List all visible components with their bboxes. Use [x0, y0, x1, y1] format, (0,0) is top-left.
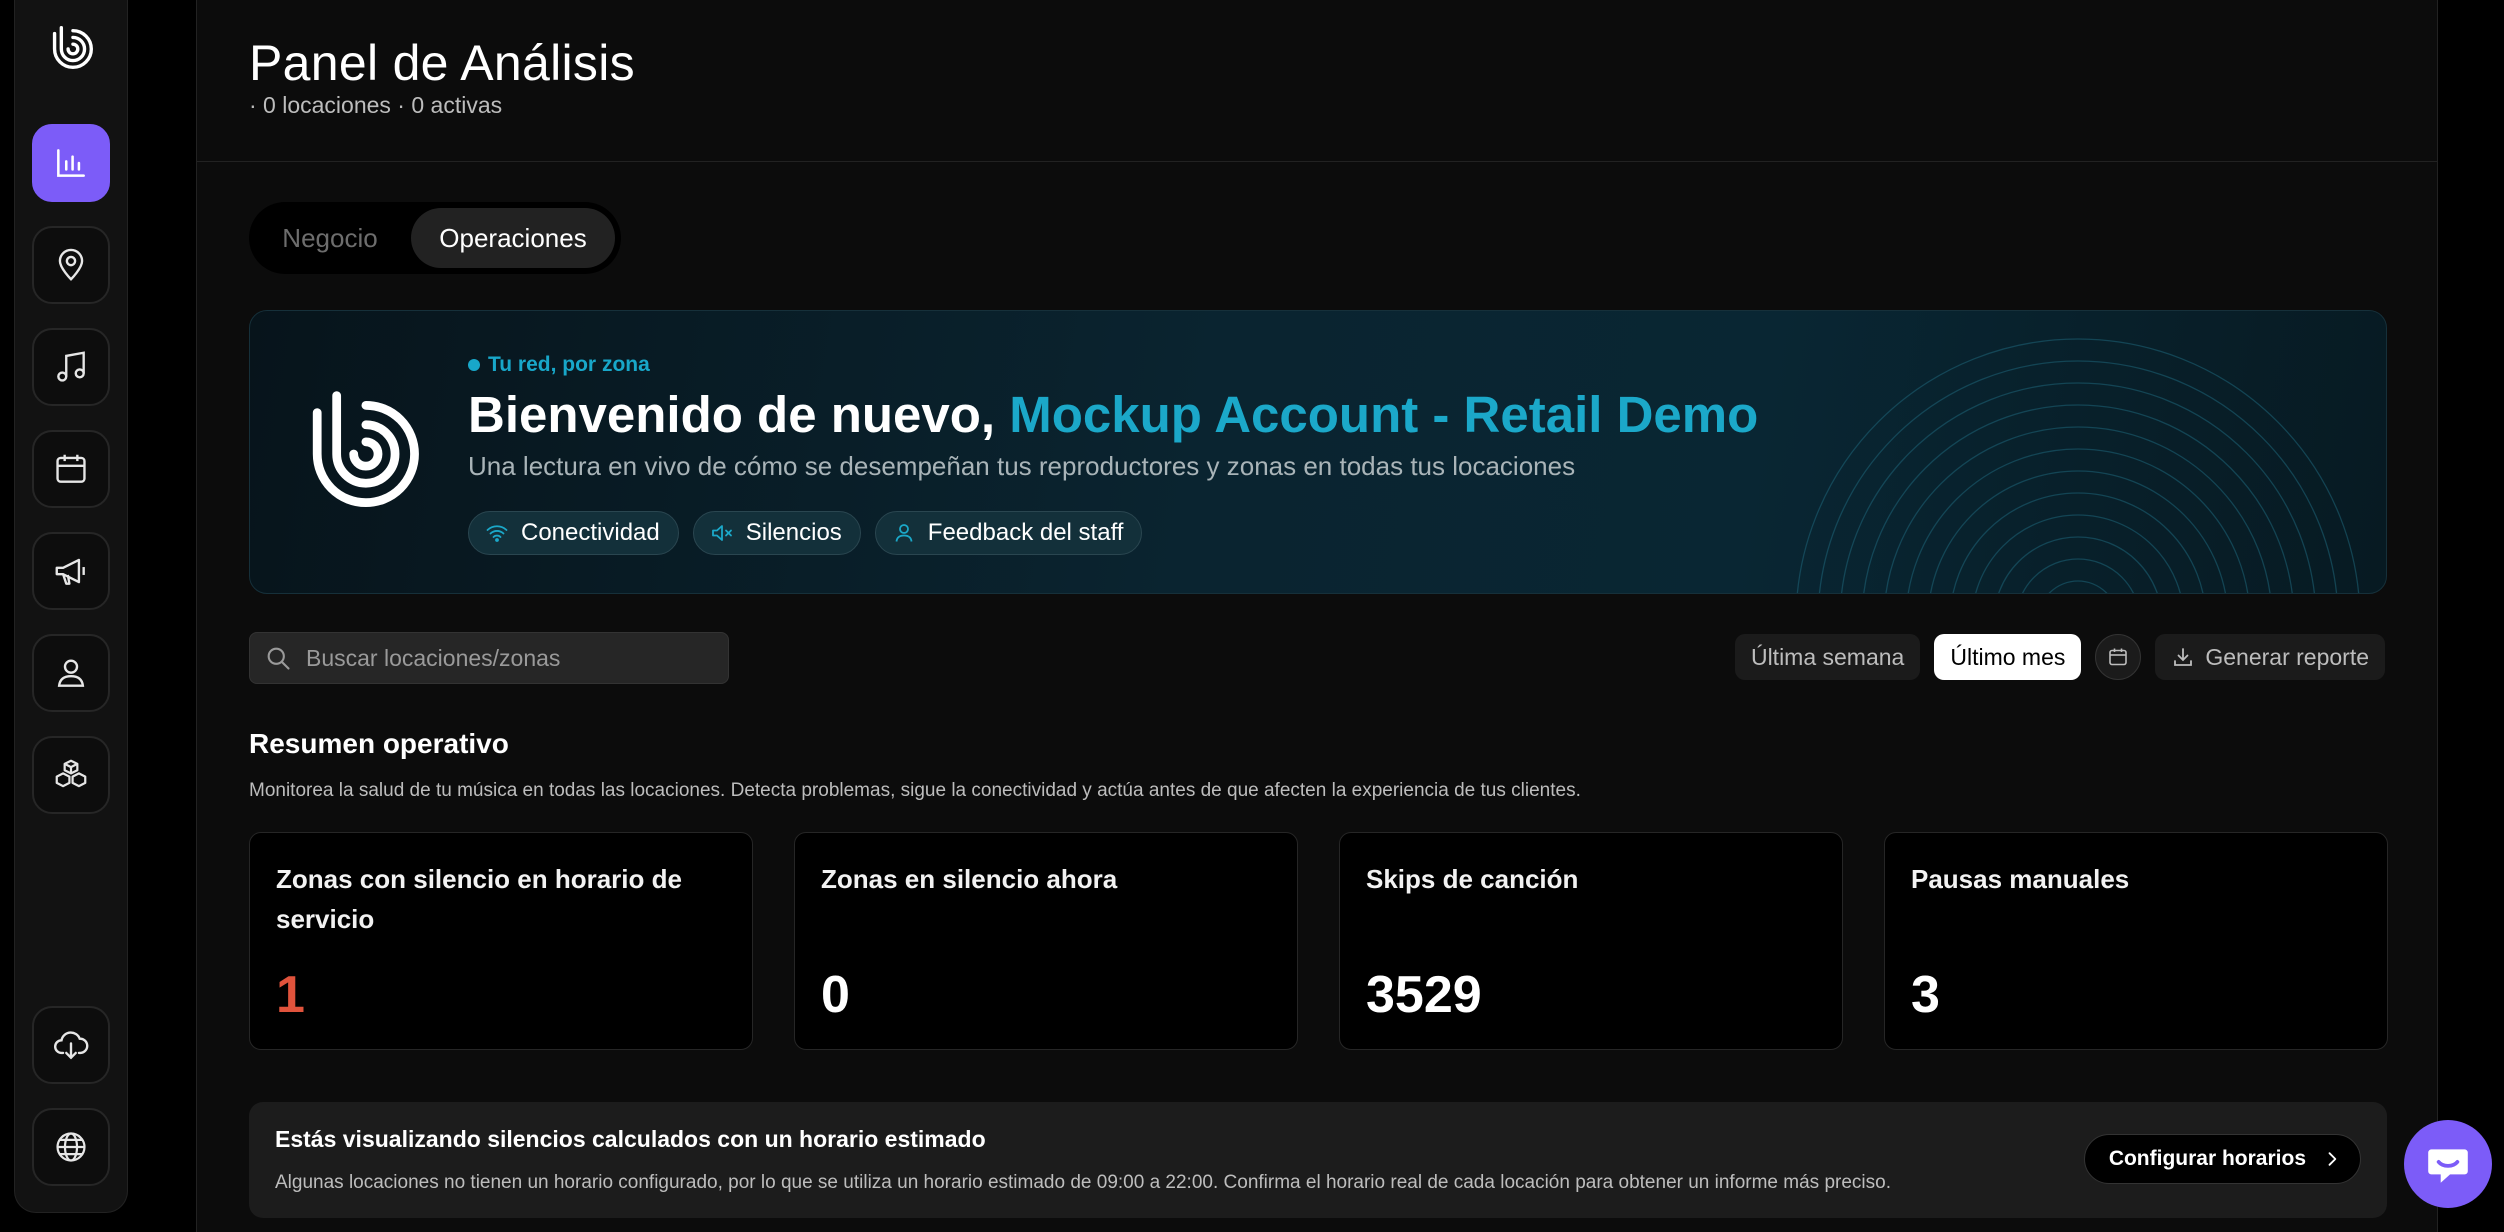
filter-last-week[interactable]: Última semana	[1734, 634, 1921, 680]
welcome-banner: Tu red, por zona Bienvenido de nuevo, Mo…	[249, 310, 2387, 594]
sidebar-item-campaigns[interactable]	[32, 532, 110, 610]
chat-bubble-icon	[2428, 1149, 2468, 1183]
speaker-mute-icon	[711, 525, 732, 541]
filter-bar: Última semana Último mes Generar reporte	[1734, 634, 2385, 680]
metric-value: 0	[821, 966, 850, 1024]
notice-description: Algunas locaciones no tienen un horario …	[275, 1172, 1891, 1193]
date-picker-button[interactable]	[2095, 634, 2142, 680]
sidebar	[14, 0, 128, 1213]
chip-staff-feedback[interactable]: Feedback del staff	[874, 511, 1143, 555]
banner-tag-label: Tu red, por zona	[488, 353, 650, 376]
chip-label: Conectividad	[521, 519, 660, 546]
filter-last-month[interactable]: Último mes	[1934, 634, 2082, 680]
metric-label: Skips de canción	[1366, 864, 1579, 894]
chip-connectivity[interactable]: Conectividad	[468, 511, 679, 555]
status-dot	[468, 359, 480, 371]
wifi-icon	[486, 525, 508, 542]
banner-description: Una lectura en vivo de cómo se desempeña…	[468, 451, 1576, 481]
user-icon	[895, 524, 913, 542]
metric-label: Zonas con silencio en horario de servici…	[276, 864, 682, 934]
boxes-icon	[55, 759, 87, 788]
location-pin-icon	[58, 248, 84, 281]
metric-label: Pausas manuales	[1911, 864, 2130, 894]
banner-logo-icon	[312, 391, 419, 508]
welcome-title: Bienvenido de nuevo, Mockup Account - Re…	[468, 385, 1758, 444]
configure-schedules-button[interactable]: Configurar horarios	[2083, 1134, 2361, 1184]
sidebar-item-users[interactable]	[32, 634, 110, 712]
megaphone-icon	[55, 558, 85, 585]
tab-bar: Negocio Operaciones	[249, 202, 621, 274]
account-name: Mockup Account - Retail Demo	[1009, 386, 1759, 443]
sidebar-item-calendar[interactable]	[32, 430, 110, 508]
concentric-rings-decoration	[1796, 338, 2360, 593]
main-panel: Panel de Análisis · 0 locaciones · 0 act…	[196, 0, 2438, 1232]
chat-support-button[interactable]	[2404, 1120, 2492, 1208]
summary-title: Resumen operativo	[249, 728, 509, 759]
sidebar-item-download[interactable]	[32, 1006, 110, 1084]
tab-operaciones[interactable]: Operaciones	[411, 208, 615, 268]
metric-card-silence-service-hours[interactable]: Zonas con silencio en horario de servici…	[249, 832, 753, 1050]
tab-negocio[interactable]: Negocio	[255, 208, 405, 268]
search-icon	[267, 647, 290, 670]
cloud-download-icon	[53, 1031, 89, 1060]
chevron-right-icon	[2328, 1152, 2337, 1166]
sidebar-item-integrations[interactable]	[32, 736, 110, 814]
metric-label: Zonas en silencio ahora	[821, 864, 1118, 894]
download-icon	[2174, 648, 2193, 666]
calendar-icon	[56, 454, 86, 483]
sidebar-item-language[interactable]	[32, 1108, 110, 1186]
page-subtitle: · 0 locaciones · 0 activas	[249, 92, 503, 118]
search-box	[249, 632, 729, 684]
sidebar-item-locations[interactable]	[32, 226, 110, 304]
notice-title: Estás visualizando silencios calculados …	[275, 1126, 986, 1152]
metric-card-silence-now[interactable]: Zonas en silencio ahora 0	[794, 832, 1298, 1050]
brand-logo[interactable]	[42, 20, 100, 78]
sidebar-item-analytics[interactable]	[32, 124, 110, 202]
page-title: Panel de Análisis	[249, 35, 635, 91]
music-note-icon	[57, 351, 85, 382]
metric-value: 1	[276, 966, 305, 1024]
chip-label: Feedback del staff	[927, 519, 1124, 546]
banner-chips: Conectividad Silencios Feedback del staf…	[468, 511, 1143, 555]
summary-cards: Zonas con silencio en horario de servici…	[249, 832, 2388, 1050]
analytics-icon	[57, 149, 85, 177]
metric-value: 3	[1911, 966, 1940, 1024]
chip-label: Silencios	[745, 519, 842, 546]
chip-silences[interactable]: Silencios	[692, 511, 861, 555]
generate-report-button[interactable]: Generar reporte	[2155, 634, 2385, 680]
configure-schedules-label: Configurar horarios	[2108, 1147, 2306, 1170]
globe-icon	[56, 1132, 86, 1162]
brand-logo-icon	[52, 26, 93, 70]
summary-description: Monitorea la salud de tu música en todas…	[249, 780, 1581, 801]
sidebar-item-music[interactable]	[32, 328, 110, 406]
metric-value: 3529	[1366, 966, 1482, 1024]
generate-report-label: Generar reporte	[2205, 643, 2369, 670]
search-input[interactable]	[306, 644, 706, 672]
estimated-schedule-notice: Estás visualizando silencios calculados …	[249, 1102, 2387, 1218]
banner-tag: Tu red, por zona	[468, 353, 650, 377]
calendar-icon	[2109, 648, 2128, 666]
page-header: Panel de Análisis · 0 locaciones · 0 act…	[197, 0, 2437, 162]
metric-card-song-skips[interactable]: Skips de canción 3529	[1339, 832, 1843, 1050]
metric-card-manual-pauses[interactable]: Pausas manuales 3	[1884, 832, 2388, 1050]
welcome-greeting: Bienvenido de nuevo,	[468, 386, 996, 443]
user-icon	[57, 659, 85, 687]
